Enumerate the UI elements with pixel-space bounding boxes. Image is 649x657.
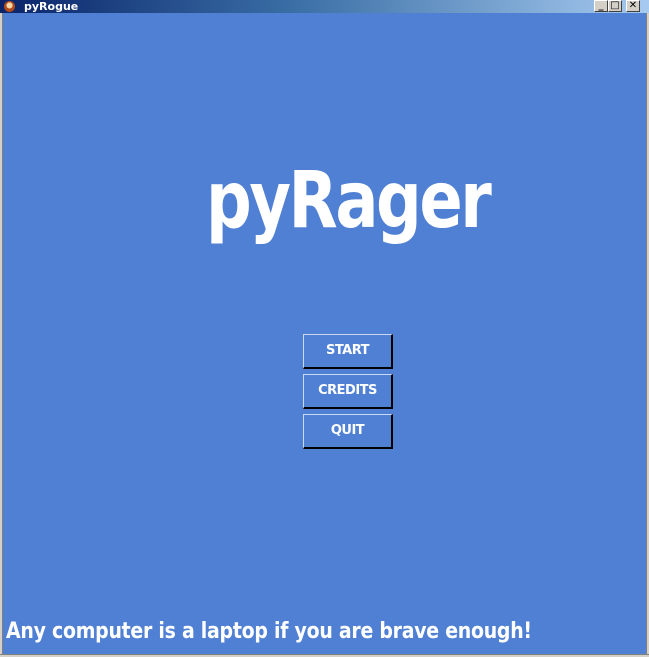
app-window: pyRogue _ □ ✕ pyRager START CREDITS QUIT…: [0, 0, 649, 657]
title-bar[interactable]: pyRogue _ □ ✕: [0, 0, 649, 13]
tagline: Any computer is a laptop if you are brav…: [6, 619, 532, 644]
game-title: pyRager: [206, 156, 492, 246]
start-button[interactable]: START: [303, 334, 393, 369]
minimize-button[interactable]: _: [594, 0, 608, 12]
close-button[interactable]: ✕: [626, 0, 640, 12]
quit-button[interactable]: QUIT: [303, 414, 393, 449]
game-app-icon: [4, 1, 15, 12]
maximize-button[interactable]: □: [608, 0, 622, 12]
game-canvas[interactable]: pyRager START CREDITS QUIT Any computer …: [3, 13, 646, 654]
window-title: pyRogue: [24, 0, 79, 13]
credits-button[interactable]: CREDITS: [303, 374, 393, 409]
